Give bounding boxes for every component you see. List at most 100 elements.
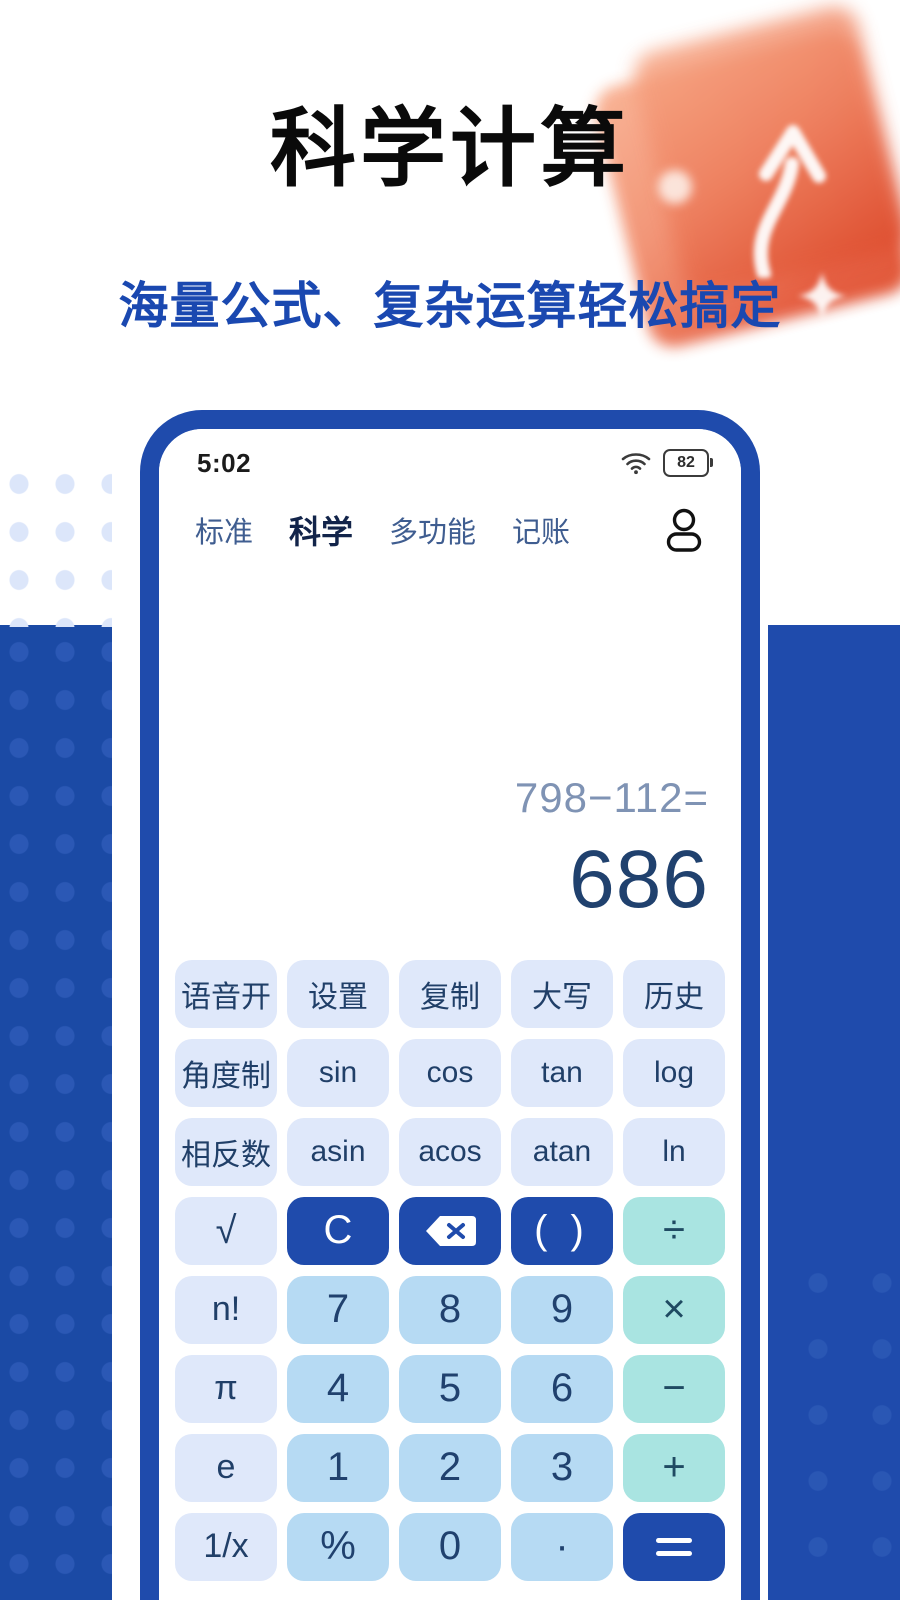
key-negate[interactable]: 相反数 (175, 1117, 277, 1186)
key-atan[interactable]: atan (511, 1117, 613, 1186)
display-expression: 798−112= (514, 774, 709, 821)
key-label: ( ) (534, 1208, 590, 1253)
key-cos[interactable]: cos (399, 1038, 501, 1107)
key-multiply[interactable]: × (623, 1275, 725, 1344)
key-reciprocal[interactable]: 1/x (175, 1512, 277, 1581)
key-4[interactable]: 4 (287, 1354, 389, 1423)
backspace-icon (426, 1215, 476, 1246)
key-label: 设置 (308, 980, 368, 1014)
key-label: · (555, 1524, 569, 1569)
status-indicators: 82 (621, 449, 713, 477)
key-label: sin (318, 1055, 358, 1089)
key-percent[interactable]: % (287, 1512, 389, 1581)
key-history[interactable]: 历史 (623, 959, 725, 1028)
page-subtitle: 海量公式、复杂运算轻松搞定 (118, 278, 782, 334)
calculator-display: 798−112= 686 (159, 773, 741, 930)
key-equals[interactable] (623, 1512, 725, 1581)
promo-screenshot: 科学计算 海量公式、复杂运算轻松搞定 5:02 82 标准 科学 多功能 记账 … (0, 0, 900, 1600)
key-0[interactable]: 0 (399, 1512, 501, 1581)
key-divide[interactable]: ÷ (623, 1196, 725, 1265)
page-title: 科学计算 (270, 101, 630, 197)
key-9[interactable]: 9 (511, 1275, 613, 1344)
tab-bar: 标准 科学 多功能 记账 (159, 491, 741, 561)
key-label: 相反数 (181, 1138, 271, 1172)
key-pi[interactable]: π (175, 1354, 277, 1423)
key-decimal[interactable]: · (511, 1512, 613, 1581)
key-acos[interactable]: acos (399, 1117, 501, 1186)
key-label: C (323, 1208, 353, 1253)
calculator-keypad: 语音开 设置 复制 大写 历史角度制 sin cos tan log 相反数 asin acos ata… (159, 959, 741, 1581)
key-voice-on[interactable]: 语音开 (175, 959, 277, 1028)
phone-mockup: 5:02 82 标准 科学 多功能 记账 798−112= 686 语音开 设置… (140, 410, 760, 1600)
key-5[interactable]: 5 (399, 1354, 501, 1423)
key-label: n! (211, 1290, 241, 1329)
battery-icon: 82 (663, 449, 713, 477)
status-bar: 5:02 82 (159, 429, 741, 491)
tab-scientific[interactable]: 科学 (289, 507, 353, 553)
key-degree-mode[interactable]: 角度制 (175, 1038, 277, 1107)
phone-screen: 5:02 82 标准 科学 多功能 记账 798−112= 686 语音开 设置… (159, 429, 741, 1600)
dot-pattern-left (0, 626, 112, 1600)
key-label: tan (541, 1055, 583, 1089)
key-label: 3 (550, 1445, 574, 1490)
key-label: ÷ (663, 1208, 685, 1253)
key-8[interactable]: 8 (399, 1275, 501, 1344)
key-label: √ (215, 1209, 237, 1252)
battery-level: 82 (677, 454, 695, 471)
equals-icon (656, 1537, 692, 1556)
key-label: × (662, 1287, 686, 1332)
tab-standard[interactable]: 标准 (195, 509, 253, 551)
key-parentheses[interactable]: ( ) (511, 1196, 613, 1265)
key-6[interactable]: 6 (511, 1354, 613, 1423)
key-plus[interactable]: + (623, 1433, 725, 1502)
status-time: 5:02 (197, 447, 252, 478)
key-label: 9 (550, 1287, 574, 1332)
key-label: 2 (438, 1445, 462, 1490)
person-icon[interactable] (663, 507, 705, 553)
key-uppercase[interactable]: 大写 (511, 959, 613, 1028)
key-label: − (662, 1366, 686, 1411)
key-1[interactable]: 1 (287, 1433, 389, 1502)
key-label: 5 (438, 1366, 462, 1411)
key-factorial[interactable]: n! (175, 1275, 277, 1344)
tab-bookkeeping[interactable]: 记账 (512, 509, 570, 551)
key-sin[interactable]: sin (287, 1038, 389, 1107)
key-label: 大写 (532, 980, 592, 1014)
key-label: 6 (550, 1366, 574, 1411)
key-label: + (662, 1445, 686, 1490)
key-label: acos (418, 1134, 482, 1168)
key-label: 8 (438, 1287, 462, 1332)
key-asin[interactable]: asin (287, 1117, 389, 1186)
dot-pattern-top-left (0, 452, 112, 627)
dot-pattern-right (768, 1240, 900, 1600)
key-7[interactable]: 7 (287, 1275, 389, 1344)
key-label: ln (662, 1134, 686, 1168)
key-2[interactable]: 2 (399, 1433, 501, 1502)
key-label: cos (426, 1055, 474, 1089)
key-label: 1/x (203, 1527, 249, 1566)
key-label: 0 (438, 1524, 462, 1569)
key-3[interactable]: 3 (511, 1433, 613, 1502)
key-label: π (214, 1369, 238, 1408)
key-log[interactable]: log (623, 1038, 725, 1107)
key-label: 7 (326, 1287, 350, 1332)
tab-multifunc[interactable]: 多功能 (389, 509, 476, 551)
key-tan[interactable]: tan (511, 1038, 613, 1107)
key-minus[interactable]: − (623, 1354, 725, 1423)
wifi-icon (621, 453, 651, 475)
key-label: log (653, 1055, 695, 1089)
key-e[interactable]: e (175, 1433, 277, 1502)
key-copy[interactable]: 复制 (399, 959, 501, 1028)
key-backspace[interactable] (399, 1196, 501, 1265)
key-sqrt[interactable]: √ (175, 1196, 277, 1265)
key-label: 复制 (420, 980, 480, 1014)
key-label: 1 (326, 1445, 350, 1490)
key-label: e (216, 1448, 236, 1487)
key-label: 4 (326, 1366, 350, 1411)
key-label: atan (532, 1134, 592, 1168)
key-label: 角度制 (181, 1059, 271, 1093)
key-settings[interactable]: 设置 (287, 959, 389, 1028)
key-clear[interactable]: C (287, 1196, 389, 1265)
key-ln[interactable]: ln (623, 1117, 725, 1186)
key-label: 语音开 (181, 980, 271, 1014)
